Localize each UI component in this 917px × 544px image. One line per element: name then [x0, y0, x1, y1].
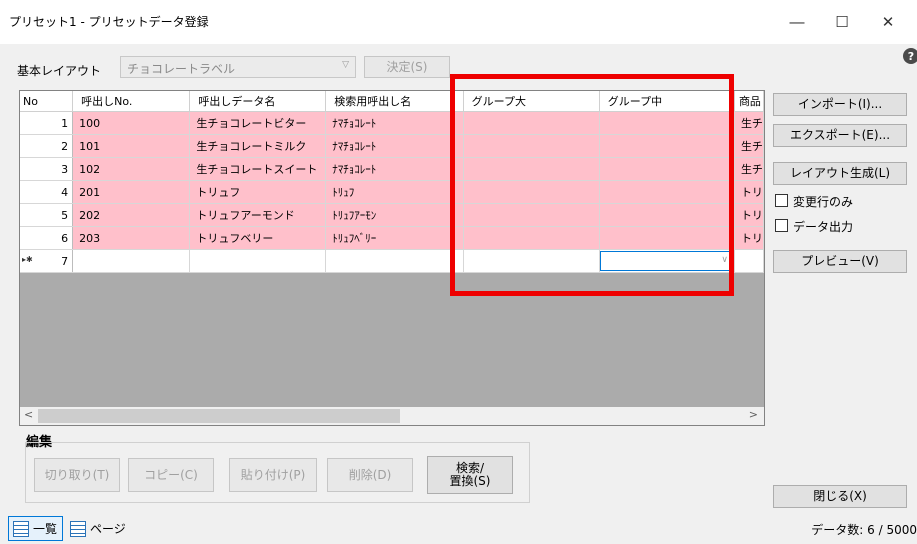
scroll-left-icon[interactable]: < — [24, 408, 33, 421]
chevron-down-icon: ▽ — [342, 60, 349, 70]
column-header[interactable]: No — [20, 91, 74, 112]
search-replace-button[interactable]: 検索/ 置換(S) — [427, 456, 513, 494]
close-window-button[interactable]: ✕ — [868, 8, 908, 36]
search-name-cell[interactable]: ﾄﾘｭﾌｱｰﾓﾝ — [325, 203, 464, 227]
call-no-cell[interactable]: 201 — [72, 180, 191, 204]
call-no-cell[interactable]: 202 — [72, 203, 191, 227]
paste-button[interactable]: 貼り付け(P) — [229, 458, 317, 492]
call-name-cell[interactable]: 生チョコレートスイート — [189, 157, 327, 181]
product-cell[interactable]: 生チ — [734, 111, 764, 135]
tab-page[interactable]: ページ — [66, 516, 131, 541]
product-cell[interactable]: 生チ — [734, 157, 764, 181]
list-icon — [13, 520, 29, 537]
record-count: データ数: 6 / 5000 — [811, 523, 917, 537]
title-bar: プリセット1 - プリセットデータ登録 ― ☐ ✕ — [0, 0, 917, 44]
product-cell[interactable]: トリ — [734, 180, 764, 204]
maximize-button[interactable]: ☐ — [822, 8, 862, 36]
new-row-marker-icon: ▸✱ — [22, 254, 33, 264]
layout-select-value: チョコレートラベル — [127, 62, 236, 76]
call-name-cell[interactable]: 生チョコレートビター — [189, 111, 327, 135]
call-no-cell[interactable]: 203 — [72, 226, 191, 250]
scroll-right-icon[interactable]: > — [749, 408, 758, 421]
preview-button[interactable]: プレビュー(V) — [773, 250, 907, 273]
data-output-label: データ出力 — [793, 220, 854, 234]
call-no-cell[interactable]: 102 — [72, 157, 191, 181]
search-name-cell[interactable]: ﾅﾏﾁｮｺﾚｰﾄ — [325, 111, 464, 135]
column-header[interactable]: 呼出しNo. — [72, 91, 191, 112]
search-replace-label-line2: 置換(S) — [449, 474, 491, 488]
call-name-cell[interactable] — [189, 249, 327, 273]
product-cell[interactable]: トリ — [734, 226, 764, 250]
window-title: プリセット1 - プリセットデータ登録 — [9, 15, 209, 29]
row-number: 7 — [61, 254, 69, 268]
tab-list-label: 一覧 — [33, 522, 58, 536]
search-name-cell[interactable]: ﾄﾘｭﾌ — [325, 180, 464, 204]
horizontal-scrollbar[interactable]: < > — [20, 407, 764, 425]
call-no-cell[interactable] — [72, 249, 191, 273]
column-header[interactable]: 検索用呼出し名 — [325, 91, 464, 112]
column-header[interactable]: 呼出しデータ名 — [189, 91, 327, 112]
search-name-cell[interactable]: ﾄﾘｭﾌﾍﾞﾘｰ — [325, 226, 464, 250]
delete-button[interactable]: 削除(D) — [327, 458, 413, 492]
row-number: 2 — [20, 134, 74, 158]
export-button[interactable]: エクスポート(E)... — [773, 124, 907, 147]
generate-layout-button[interactable]: レイアウト生成(L) — [773, 162, 907, 185]
changed-rows-only-label: 変更行のみ — [793, 195, 854, 209]
tab-list[interactable]: 一覧 — [8, 516, 64, 541]
search-name-cell[interactable]: ﾅﾏﾁｮｺﾚｰﾄ — [325, 134, 464, 158]
row-number: 3 — [20, 157, 74, 181]
row-number: 4 — [20, 180, 74, 204]
call-no-cell[interactable]: 101 — [72, 134, 191, 158]
call-name-cell[interactable]: トリュフ — [189, 180, 327, 204]
call-name-cell[interactable]: 生チョコレートミルク — [189, 134, 327, 158]
search-name-cell[interactable] — [325, 249, 464, 273]
call-no-cell[interactable]: 100 — [72, 111, 191, 135]
highlight-annotation — [450, 74, 734, 296]
data-output-checkbox[interactable] — [775, 219, 788, 232]
column-header[interactable]: 商品 — [734, 91, 764, 112]
minimize-button[interactable]: ― — [777, 8, 817, 36]
layout-label: 基本レイアウト — [17, 64, 102, 78]
page-icon — [70, 520, 86, 537]
new-row-number: ▸✱ 7 — [20, 249, 74, 273]
copy-button[interactable]: コピー(C) — [128, 458, 214, 492]
row-number: 6 — [20, 226, 74, 250]
layout-select[interactable]: チョコレートラベル ▽ — [120, 56, 356, 78]
product-cell[interactable]: トリ — [734, 203, 764, 227]
call-name-cell[interactable]: トリュフベリー — [189, 226, 327, 250]
close-button[interactable]: 閉じる(X) — [773, 485, 907, 508]
row-number: 5 — [20, 203, 74, 227]
search-name-cell[interactable]: ﾅﾏﾁｮｺﾚｰﾄ — [325, 157, 464, 181]
cut-button[interactable]: 切り取り(T) — [34, 458, 120, 492]
status-bar: 一覧 ページ データ数: 6 / 5000 — [0, 513, 917, 544]
help-icon[interactable]: ? — [903, 48, 917, 64]
import-button[interactable]: インポート(I)... — [773, 93, 907, 116]
decide-button[interactable]: 決定(S) — [364, 56, 450, 78]
product-cell[interactable]: 生チ — [734, 134, 764, 158]
changed-rows-only-checkbox[interactable] — [775, 194, 788, 207]
call-name-cell[interactable]: トリュフアーモンド — [189, 203, 327, 227]
scrollbar-thumb[interactable] — [38, 409, 400, 423]
row-number: 1 — [20, 111, 74, 135]
product-cell[interactable] — [734, 249, 764, 273]
tab-page-label: ページ — [90, 522, 126, 536]
